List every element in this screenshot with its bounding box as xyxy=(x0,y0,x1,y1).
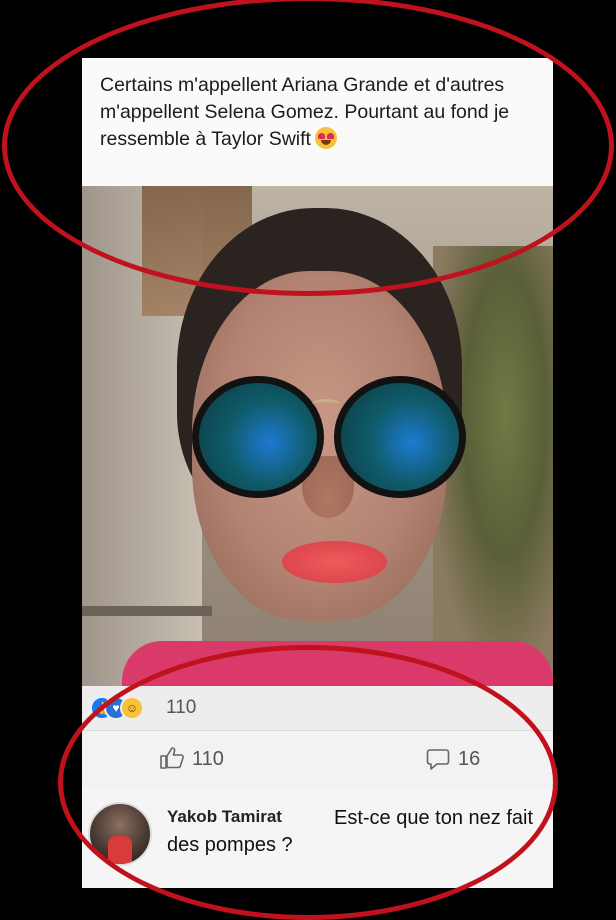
comment-count: 16 xyxy=(458,748,481,770)
comment-item: Yakob Tamirat Est-ce que ton nez fait de… xyxy=(82,788,553,888)
post-caption-text: Certains m'appellent Ariana Grande et d'… xyxy=(100,74,510,150)
sunglasses-right-lens xyxy=(334,376,466,498)
post-caption-area: Certains m'appellent Ariana Grande et d'… xyxy=(82,58,553,186)
like-count: 110 xyxy=(192,748,224,770)
heart-eyes-emoji-icon xyxy=(314,127,337,149)
commenter-avatar[interactable] xyxy=(88,802,152,866)
post-caption: Certains m'appellent Ariana Grande et d'… xyxy=(100,72,545,153)
photo-lips xyxy=(282,541,387,583)
sunglasses-bridge xyxy=(312,399,340,410)
reaction-icons: 👍 ♥ ☺ xyxy=(90,696,162,720)
sunglasses-left-lens xyxy=(192,376,324,498)
post-photo[interactable] xyxy=(82,186,553,686)
thumbs-up-icon xyxy=(160,747,184,769)
photo-pink-shirt xyxy=(122,641,553,686)
comment-bubble-icon xyxy=(426,749,450,770)
reactions-summary[interactable]: 👍 ♥ ☺ 110 xyxy=(82,686,553,730)
haha-reaction-icon: ☺ xyxy=(120,696,144,720)
post-actions-bar: 110 16 xyxy=(82,730,553,789)
photo-background-railing xyxy=(82,606,212,616)
reaction-count: 110 xyxy=(166,697,197,718)
comment-text: Est-ce que ton nez fait des pompes ? xyxy=(167,807,534,856)
facebook-post-card: Certains m'appellent Ariana Grande et d'… xyxy=(82,58,553,888)
